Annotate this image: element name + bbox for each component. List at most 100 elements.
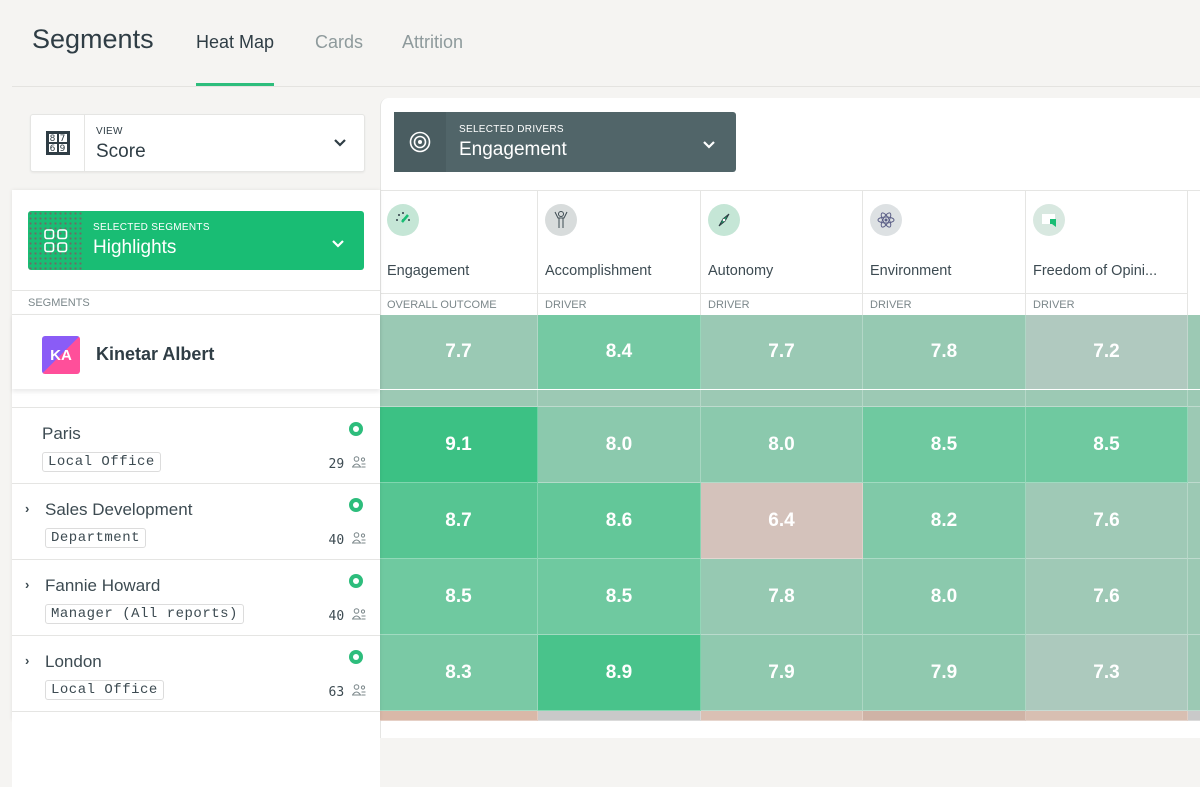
member-count: 40 <box>328 609 345 624</box>
grid-digit: 9 <box>57 143 68 154</box>
heatmap-cell[interactable]: 7.3 <box>1026 635 1188 711</box>
heatmap-cell <box>701 390 863 407</box>
segment-row[interactable]: › Sales Development Department 40 <box>12 483 380 559</box>
divider <box>863 293 1025 294</box>
heatmap-cell[interactable]: 7.9 <box>863 635 1026 711</box>
divider <box>701 293 862 294</box>
chevron-right-icon[interactable]: › <box>25 501 29 516</box>
heatmap-cell <box>1188 390 1200 407</box>
heatmap-cell[interactable]: 7.9 <box>701 635 863 711</box>
heatmap-cell[interactable]: 7.7 <box>701 315 863 390</box>
column-header[interactable]: Engagement OVERALL OUTCOME <box>380 190 538 315</box>
heatmap-cell[interactable]: 8.4 <box>538 315 701 390</box>
segment-row[interactable]: › London Local Office 63 <box>12 635 380 711</box>
tab-attrition[interactable]: Attrition <box>402 32 463 53</box>
heatmap-cell[interactable]: 7.6 <box>1026 559 1188 635</box>
highlight-star-icon <box>349 574 363 588</box>
heatmap-cell[interactable]: 7.7 <box>380 315 538 390</box>
heatmap-cell[interactable]: 8.0 <box>538 407 701 483</box>
compass-icon <box>708 204 740 236</box>
sticky-divider <box>380 389 1200 390</box>
segments-value: Highlights <box>93 237 177 258</box>
tab-heat-map[interactable]: Heat Map <box>196 32 274 53</box>
heatmap-cell[interactable]: 7.8 <box>701 559 863 635</box>
segment-name: Sales Development <box>45 500 193 519</box>
column-name: Environment <box>870 263 952 279</box>
segment-tag: Manager (All reports) <box>45 604 244 624</box>
segment-row[interactable]: Paris Local Office 29 <box>12 407 380 483</box>
atom-icon <box>870 204 902 236</box>
heatmap-cell <box>1188 315 1200 390</box>
company-name: Kinetar Albert <box>96 344 215 364</box>
segment-row[interactable]: › Fannie Howard Manager (All reports) 40 <box>12 559 380 635</box>
people-icon <box>351 456 366 468</box>
column-name: Freedom of Opini... <box>1033 263 1158 279</box>
chevron-down-icon <box>331 236 345 254</box>
view-value: Score <box>96 141 146 162</box>
heatmap-cell[interactable]: 8.2 <box>863 483 1026 559</box>
column-name: Accomplishment <box>545 263 652 279</box>
people-icon <box>351 684 366 696</box>
column-header-partial <box>1188 190 1200 315</box>
person-arms-up-icon <box>545 204 577 236</box>
heatmap-cell <box>863 711 1026 721</box>
grid-digit: 6 <box>47 143 58 154</box>
heatmap-cell[interactable]: 8.5 <box>538 559 701 635</box>
heatmap-cell <box>1188 483 1200 559</box>
grid-digit: 7 <box>57 133 68 144</box>
segments-select[interactable]: SELECTED SEGMENTS Highlights <box>28 211 364 270</box>
heatmap-cell[interactable]: 6.4 <box>701 483 863 559</box>
chevron-right-icon[interactable]: › <box>25 653 29 668</box>
heatmap-cell[interactable]: 8.3 <box>380 635 538 711</box>
column-type: DRIVER <box>708 299 750 311</box>
heatmap-cell[interactable]: 8.0 <box>701 407 863 483</box>
heatmap-cell <box>1026 711 1188 721</box>
column-header[interactable]: Autonomy DRIVER <box>701 190 863 315</box>
speech-bubble-icon <box>1033 204 1065 236</box>
segments-header: SEGMENTS <box>28 297 90 309</box>
member-count: 40 <box>328 533 345 548</box>
segment-count: 40 <box>329 608 366 624</box>
member-count: 29 <box>328 457 345 472</box>
divider <box>538 293 700 294</box>
heatmap-cell[interactable]: 8.5 <box>1026 407 1188 483</box>
heatmap-cell[interactable]: 8.9 <box>538 635 701 711</box>
drivers-label: SELECTED DRIVERS <box>459 124 564 135</box>
heatmap-cell[interactable]: 8.5 <box>380 559 538 635</box>
heatmap-cell <box>1188 407 1200 483</box>
divider <box>12 290 380 291</box>
chevron-right-icon[interactable]: › <box>25 577 29 592</box>
page-title: Segments <box>32 24 154 54</box>
heatmap-cell[interactable]: 8.5 <box>863 407 1026 483</box>
column-type: OVERALL OUTCOME <box>387 299 497 311</box>
heatmap-cell <box>380 711 538 721</box>
heatmap-cell <box>1026 390 1188 407</box>
highlight-star-icon <box>349 422 363 436</box>
segment-count: 29 <box>329 456 366 472</box>
tab-cards[interactable]: Cards <box>315 32 363 53</box>
score-grid-icon: 8 7 6 9 <box>31 115 85 171</box>
heatmap-cell[interactable]: 8.7 <box>380 483 538 559</box>
heatmap-cell[interactable]: 7.8 <box>863 315 1026 390</box>
heatmap-cell[interactable]: 7.2 <box>1026 315 1188 390</box>
heatmap-cell[interactable]: 8.6 <box>538 483 701 559</box>
column-header[interactable]: Environment DRIVER <box>863 190 1026 315</box>
view-label: VIEW <box>96 126 123 137</box>
column-header[interactable]: Accomplishment DRIVER <box>538 190 701 315</box>
highlight-star-icon <box>349 650 363 664</box>
divider <box>380 293 537 294</box>
divider <box>1026 293 1187 294</box>
drivers-select[interactable]: SELECTED DRIVERS Engagement <box>394 112 736 172</box>
heatmap-cell <box>538 711 701 721</box>
segment-count: 40 <box>329 532 366 548</box>
segment-name: Fannie Howard <box>45 576 161 595</box>
heatmap-cell <box>380 390 538 407</box>
heatmap-cell[interactable]: 7.6 <box>1026 483 1188 559</box>
view-select[interactable]: 8 7 6 9 VIEW Score <box>30 114 365 172</box>
heatmap-cell[interactable]: 9.1 <box>380 407 538 483</box>
segment-tag: Local Office <box>45 680 164 700</box>
heatmap-cell[interactable]: 8.0 <box>863 559 1026 635</box>
company-row[interactable]: KA Kinetar Albert <box>12 314 380 389</box>
column-header[interactable]: Freedom of Opini... DRIVER <box>1026 190 1188 315</box>
heatmap-cell <box>1188 635 1200 711</box>
